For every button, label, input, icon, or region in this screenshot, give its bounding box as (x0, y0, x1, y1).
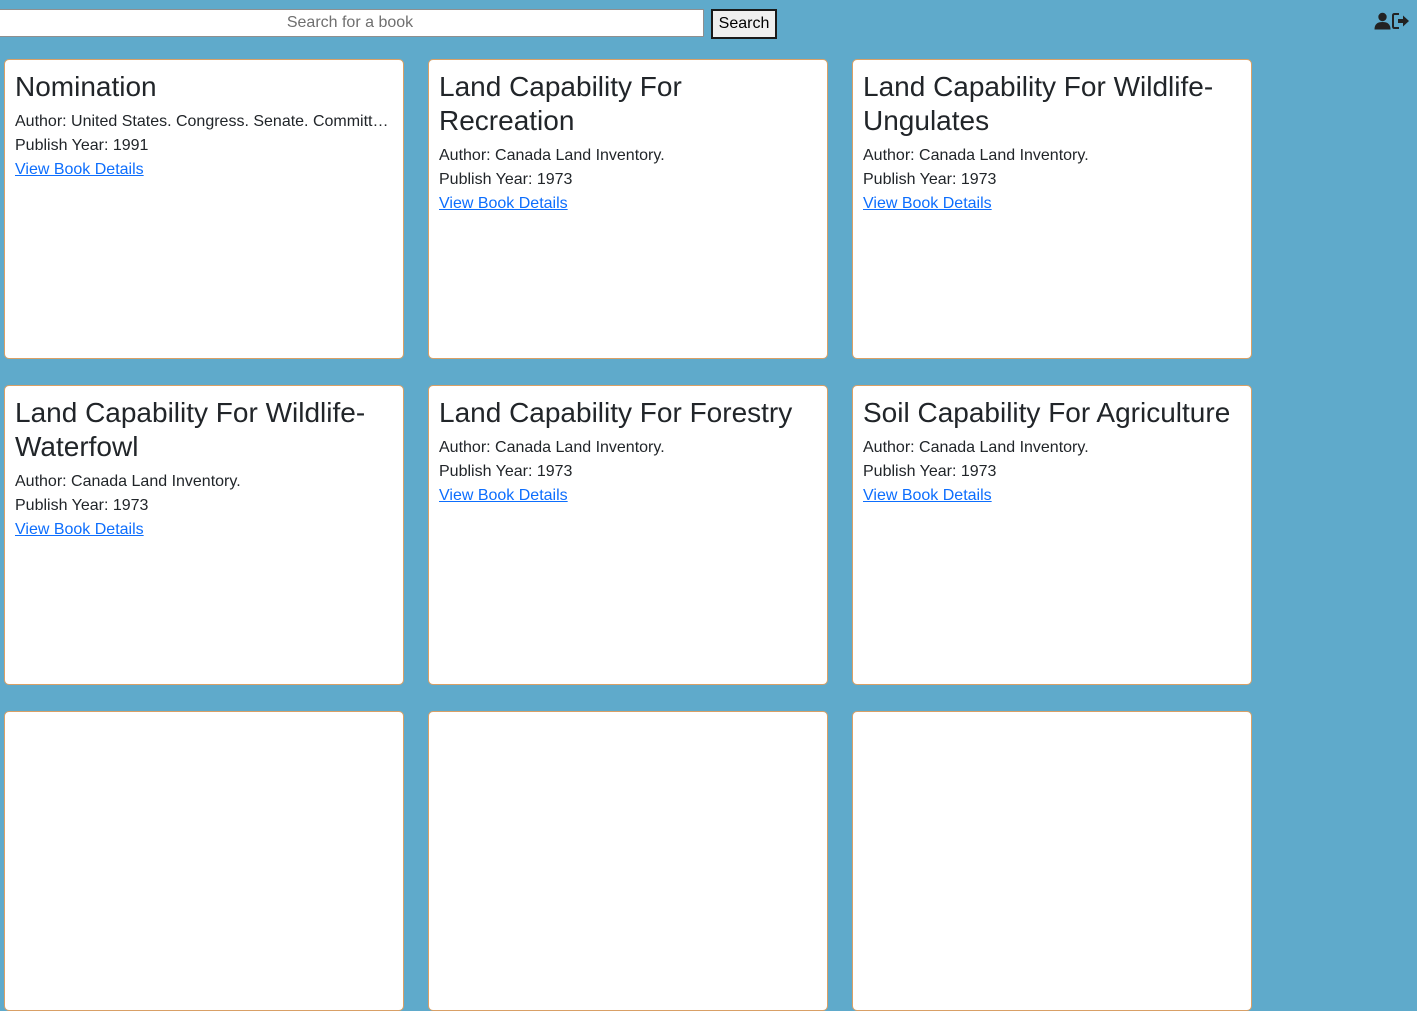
user-icon[interactable] (1374, 12, 1391, 30)
book-card: Land Capability For Recreation Author: C… (428, 59, 828, 359)
book-publish-year: Publish Year: 1973 (15, 497, 149, 514)
top-bar: Search (0, 0, 1417, 50)
book-card (852, 711, 1252, 1011)
view-book-details-link[interactable]: View Book Details (15, 161, 144, 178)
book-card (428, 711, 828, 1011)
book-author: Author: United States. Congress. Senate.… (15, 113, 393, 130)
book-author: Author: Canada Land Inventory. (15, 473, 241, 490)
view-book-details-link[interactable]: View Book Details (439, 487, 568, 504)
book-title: Land Capability For Recreation (439, 71, 682, 136)
book-author: Author: Canada Land Inventory. (439, 439, 665, 456)
book-title: Land Capability For Wildlife-Waterfowl (15, 397, 366, 462)
book-title: Nomination (15, 71, 157, 102)
book-publish-year: Publish Year: 1973 (863, 171, 997, 188)
logout-icon[interactable] (1392, 12, 1410, 30)
book-card: Land Capability For Wildlife-Ungulates A… (852, 59, 1252, 359)
book-publish-year: Publish Year: 1991 (15, 137, 149, 154)
view-book-details-link[interactable]: View Book Details (863, 487, 992, 504)
view-book-details-link[interactable]: View Book Details (863, 195, 992, 212)
book-author: Author: Canada Land Inventory. (863, 439, 1089, 456)
book-card (4, 711, 404, 1011)
book-author: Author: Canada Land Inventory. (863, 147, 1089, 164)
view-book-details-link[interactable]: View Book Details (15, 521, 144, 538)
book-card: Soil Capability For Agriculture Author: … (852, 385, 1252, 685)
book-title: Soil Capability For Agriculture (863, 397, 1231, 428)
search-input[interactable] (0, 9, 704, 37)
book-card: Nomination Author: United States. Congre… (4, 59, 404, 359)
book-publish-year: Publish Year: 1973 (439, 171, 573, 188)
book-card: Land Capability For Wildlife-Waterfowl A… (4, 385, 404, 685)
book-card: Land Capability For Forestry Author: Can… (428, 385, 828, 685)
book-title: Land Capability For Forestry (439, 397, 793, 428)
book-title: Land Capability For Wildlife-Ungulates (863, 71, 1214, 136)
book-publish-year: Publish Year: 1973 (439, 463, 573, 480)
search-button[interactable]: Search (711, 9, 777, 39)
book-publish-year: Publish Year: 1973 (863, 463, 997, 480)
view-book-details-link[interactable]: View Book Details (439, 195, 568, 212)
book-author: Author: Canada Land Inventory. (439, 147, 665, 164)
